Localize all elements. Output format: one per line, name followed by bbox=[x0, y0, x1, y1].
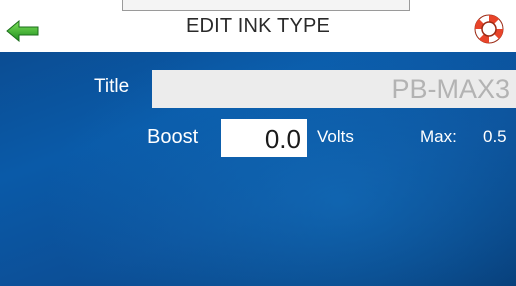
title-input[interactable]: PB-MAX3 bbox=[152, 70, 516, 108]
header-bar: EDIT INK TYPE bbox=[0, 0, 516, 52]
page-title: EDIT INK TYPE bbox=[185, 15, 331, 37]
edit-ink-type-screen: EDIT INK TYPE Title PB-MAX3 Boost 0.0 Vo… bbox=[0, 0, 516, 286]
title-label: Title bbox=[94, 76, 130, 97]
boost-unit-label: Volts bbox=[317, 127, 354, 146]
max-value: 0.5 bbox=[483, 127, 507, 146]
lifebuoy-icon bbox=[474, 14, 504, 44]
help-button[interactable] bbox=[472, 12, 506, 46]
boost-input[interactable]: 0.0 bbox=[221, 119, 307, 157]
boost-label: Boost bbox=[147, 126, 199, 148]
max-label: Max: bbox=[420, 127, 457, 146]
form-panel: Title PB-MAX3 Boost 0.0 Volts Max: 0.5 bbox=[0, 52, 516, 286]
header-tab-decoration bbox=[122, 0, 410, 11]
